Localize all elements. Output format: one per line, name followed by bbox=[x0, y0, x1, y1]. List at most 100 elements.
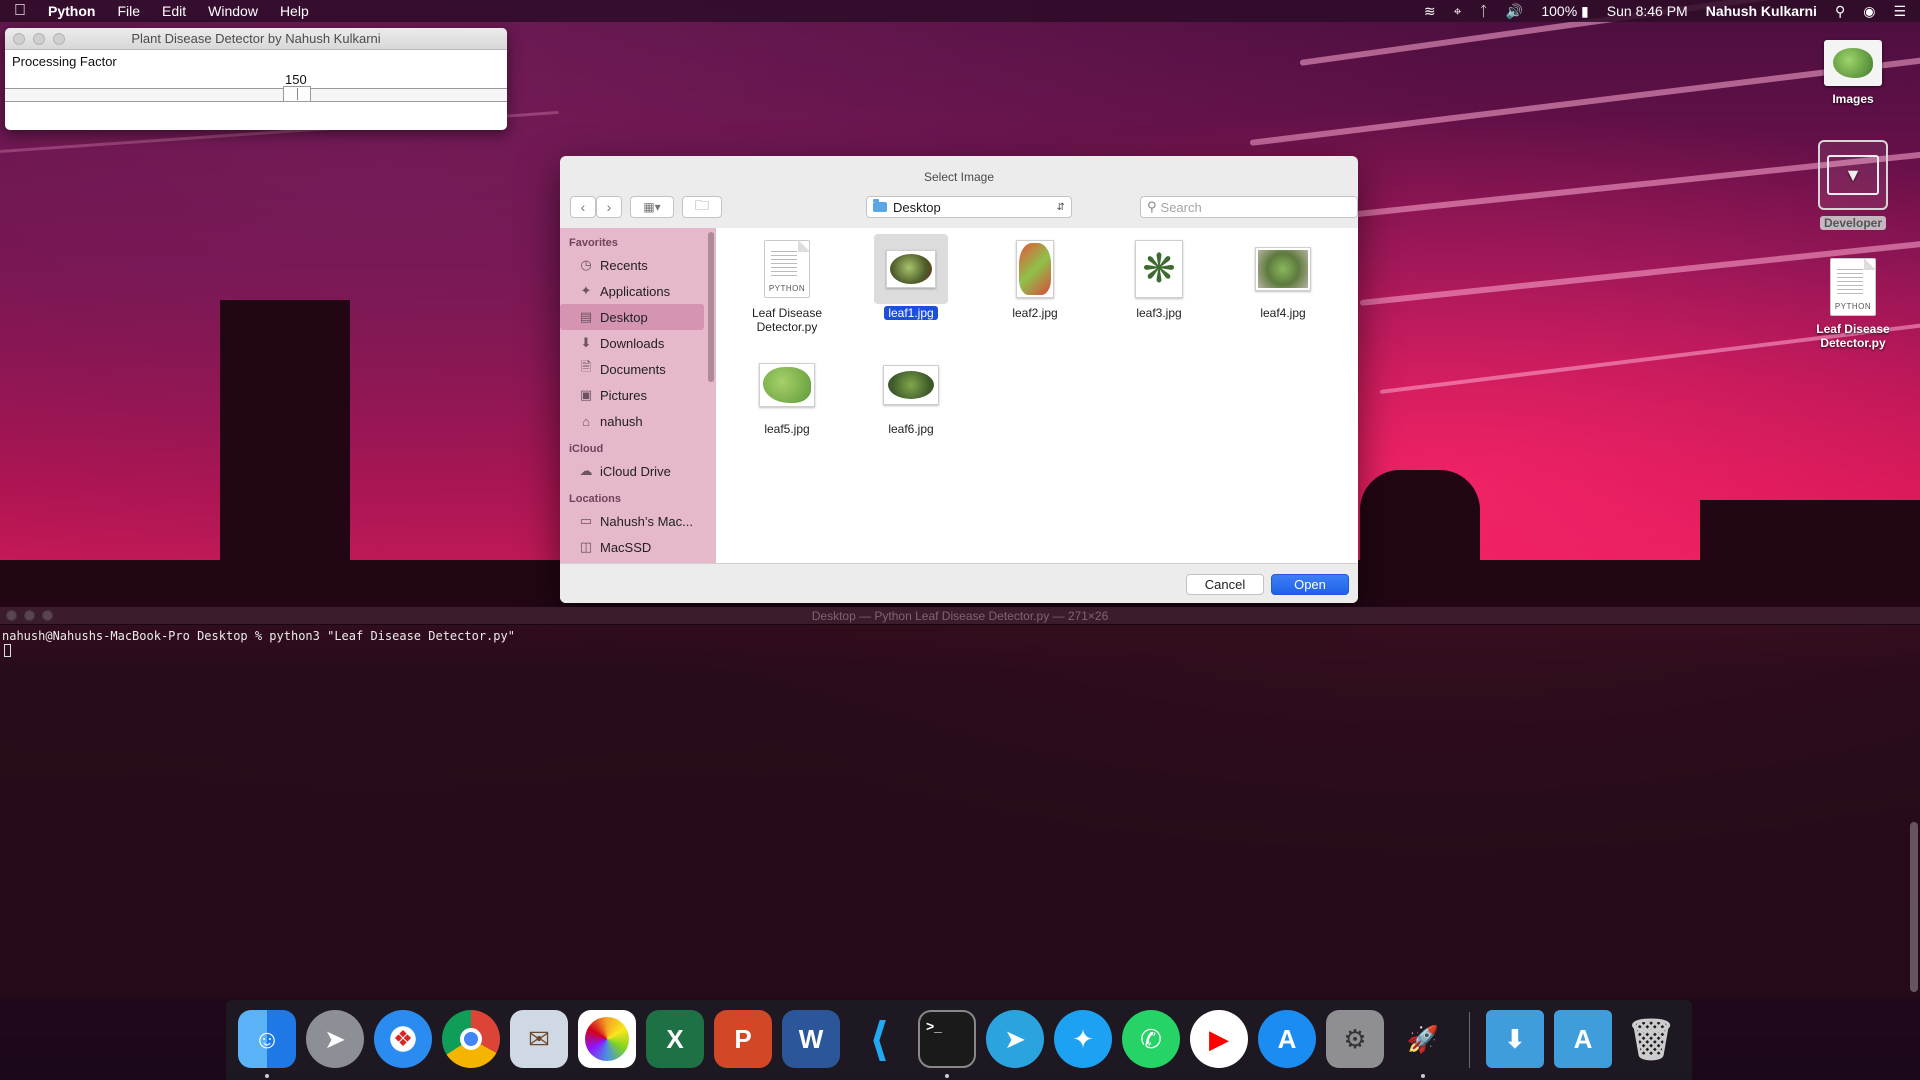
sidebar-item-recents[interactable]: ◷ Recents bbox=[560, 252, 716, 278]
chrome-icon[interactable] bbox=[442, 1010, 500, 1068]
file-name: leaf2.jpg bbox=[1012, 306, 1058, 320]
sidebar-item-applications[interactable]: ✦ Applications bbox=[560, 278, 716, 304]
file-item-leaf6[interactable]: leaf6.jpg bbox=[856, 350, 966, 436]
twitter-icon[interactable]: ✦ bbox=[1054, 1010, 1112, 1068]
cancel-button[interactable]: Cancel bbox=[1186, 574, 1264, 595]
terminal-scrollbar[interactable] bbox=[1910, 822, 1918, 992]
airdrop-icon[interactable]: ⌖ bbox=[1454, 3, 1462, 20]
forward-button[interactable]: › bbox=[596, 196, 622, 218]
zoom-button[interactable] bbox=[53, 33, 65, 45]
search-field[interactable]: ⚲ bbox=[1140, 196, 1358, 218]
youtube-icon[interactable]: ▶ bbox=[1190, 1010, 1248, 1068]
home-icon: ⌂ bbox=[582, 413, 590, 429]
terminal-icon[interactable]: >_ bbox=[918, 1010, 976, 1068]
sidebar-item-macssd[interactable]: ◫ MacSSD bbox=[560, 534, 716, 560]
sidebar-scrollbar[interactable] bbox=[708, 232, 714, 382]
menu-file[interactable]: File bbox=[117, 3, 140, 19]
window-titlebar[interactable]: Plant Disease Detector by Nahush Kulkarn… bbox=[5, 28, 507, 50]
terminal-titlebar[interactable]: Desktop — Python Leaf Disease Detector.p… bbox=[0, 607, 1920, 625]
telegram-icon[interactable]: ➤ bbox=[986, 1010, 1044, 1068]
user-menu[interactable]: Nahush Kulkarni bbox=[1706, 3, 1817, 19]
file-item-leaf2[interactable]: leaf2.jpg bbox=[980, 234, 1090, 320]
search-input[interactable] bbox=[1160, 199, 1341, 215]
sidebar-item-home[interactable]: ⌂ nahush bbox=[560, 408, 716, 434]
sidebar-item-computer[interactable]: ▭ Nahush’s Mac... bbox=[560, 508, 716, 534]
sidebar-item-pictures[interactable]: ▣ Pictures bbox=[560, 382, 716, 408]
sidebar-item-downloads[interactable]: ⬇ Downloads bbox=[560, 330, 716, 356]
image-thumbnail-icon bbox=[883, 365, 939, 405]
siri-icon[interactable]: ◉ bbox=[1863, 3, 1875, 20]
bluetooth-icon[interactable]: ᛏ bbox=[1480, 3, 1488, 19]
whatsapp-icon[interactable]: ✆ bbox=[1122, 1010, 1180, 1068]
photos-icon[interactable] bbox=[578, 1010, 636, 1068]
desktop-icon-python-file[interactable]: PYTHON Leaf Disease Detector.py bbox=[1798, 258, 1908, 350]
menu-window[interactable]: Window bbox=[208, 3, 258, 19]
open-button[interactable]: Open bbox=[1271, 574, 1349, 595]
sidebar-item-label: Documents bbox=[600, 361, 666, 377]
desktop-icon-developer[interactable]: ▼ Developer bbox=[1798, 140, 1908, 230]
processing-factor-value: 150 bbox=[285, 72, 307, 87]
view-mode-button[interactable]: ▦▾ bbox=[630, 196, 674, 218]
mail-icon[interactable]: ✉ bbox=[510, 1010, 568, 1068]
powerpoint-icon[interactable]: P bbox=[714, 1010, 772, 1068]
file-item-python-script[interactable]: PYTHON Leaf Disease Detector.py bbox=[732, 234, 842, 334]
sidebar-item-documents[interactable]: 🗎 Documents bbox=[560, 356, 716, 382]
window-controls bbox=[6, 610, 53, 621]
vscode-icon[interactable]: ⟨ bbox=[850, 1010, 908, 1068]
clock[interactable]: Sun 8:46 PM bbox=[1607, 3, 1688, 19]
volume-icon[interactable]: 🔊 bbox=[1506, 3, 1523, 20]
app-store-icon[interactable]: A bbox=[1258, 1010, 1316, 1068]
file-browser: PYTHON Leaf Disease Detector.py leaf1.jp… bbox=[716, 228, 1358, 563]
zoom-button[interactable] bbox=[42, 610, 53, 621]
apple-menu-icon[interactable]:  bbox=[14, 2, 26, 20]
sidebar-item-label: Nahush’s Mac... bbox=[600, 513, 693, 529]
back-button[interactable]: ‹ bbox=[570, 196, 596, 218]
spotlight-search-icon[interactable]: ⚲ bbox=[1835, 3, 1845, 20]
new-folder-button[interactable]: 🗀 bbox=[682, 196, 722, 218]
plant-disease-detector-window: Plant Disease Detector by Nahush Kulkarn… bbox=[5, 28, 507, 130]
close-button[interactable] bbox=[13, 33, 25, 45]
dock-separator bbox=[1469, 1012, 1470, 1068]
file-item-leaf5[interactable]: leaf5.jpg bbox=[732, 350, 842, 436]
processing-factor-slider[interactable] bbox=[5, 88, 507, 102]
folder-icon bbox=[873, 199, 887, 212]
drive-icon: ◫ bbox=[579, 539, 593, 554]
applications-folder-icon[interactable]: A bbox=[1554, 1010, 1612, 1068]
terminal-cursor bbox=[4, 644, 11, 657]
notification-center-icon[interactable]: ☰ bbox=[1893, 3, 1906, 20]
location-select[interactable]: Desktop ⇵ bbox=[866, 196, 1072, 218]
desktop-icon-label: Images bbox=[1832, 92, 1874, 106]
python-tag: PYTHON bbox=[1834, 302, 1872, 311]
launchpad-icon[interactable]: ➤ bbox=[306, 1010, 364, 1068]
sidebar-section-icloud: iCloud bbox=[569, 443, 604, 455]
desktop-icon-images[interactable]: Images bbox=[1798, 40, 1908, 106]
close-button[interactable] bbox=[6, 610, 17, 621]
city-tower bbox=[1360, 470, 1480, 610]
excel-icon[interactable]: X bbox=[646, 1010, 704, 1068]
system-preferences-icon[interactable]: ⚙ bbox=[1326, 1010, 1384, 1068]
camera-icon: ▣ bbox=[579, 387, 593, 402]
trash-icon[interactable]: 🗑 bbox=[1622, 1010, 1680, 1068]
python-file-icon: PYTHON bbox=[1830, 258, 1876, 316]
menu-help[interactable]: Help bbox=[280, 3, 309, 19]
battery-status[interactable]: 100% ▮ bbox=[1541, 3, 1588, 20]
app-menu[interactable]: Python bbox=[48, 3, 95, 19]
terminal-window[interactable]: Desktop — Python Leaf Disease Detector.p… bbox=[0, 607, 1920, 999]
menu-edit[interactable]: Edit bbox=[162, 3, 186, 19]
word-icon[interactable]: W bbox=[782, 1010, 840, 1068]
sidebar-item-icloud-drive[interactable]: ☁ iCloud Drive bbox=[560, 458, 716, 484]
minimize-button[interactable] bbox=[24, 610, 35, 621]
file-item-leaf1[interactable]: leaf1.jpg bbox=[856, 234, 966, 320]
safari-icon[interactable]: ❖ bbox=[374, 1010, 432, 1068]
slider-thumb[interactable] bbox=[283, 86, 311, 102]
file-name: leaf4.jpg bbox=[1260, 306, 1306, 320]
finder-icon[interactable]: ☺ bbox=[238, 1010, 296, 1068]
file-item-leaf3[interactable]: ❋ leaf3.jpg bbox=[1104, 234, 1214, 320]
sidebar-item-desktop[interactable]: ▤ Desktop bbox=[560, 304, 704, 330]
minimize-button[interactable] bbox=[33, 33, 45, 45]
file-item-leaf4[interactable]: leaf4.jpg bbox=[1228, 234, 1338, 320]
python-launcher-icon[interactable]: 🚀 bbox=[1394, 1010, 1452, 1068]
downloads-folder-icon[interactable]: ⬇ bbox=[1486, 1010, 1544, 1068]
image-thumbnail-icon bbox=[1255, 247, 1311, 291]
wifi-icon[interactable]: ≋ bbox=[1424, 3, 1436, 20]
